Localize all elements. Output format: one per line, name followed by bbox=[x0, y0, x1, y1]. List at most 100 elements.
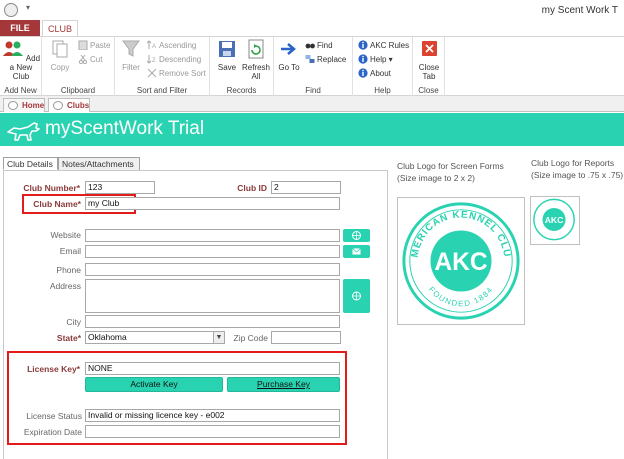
ribbon-group-clipboard: Copy Paste Cut Clipboard bbox=[42, 37, 115, 96]
state-value: Oklahoma bbox=[88, 332, 127, 342]
refresh-all-button[interactable]: Refresh All bbox=[241, 39, 271, 81]
ribbon-group-sort-filter: Filter A Ascending Z Descending Remove Sor… bbox=[115, 37, 210, 96]
svg-text:Z: Z bbox=[152, 58, 156, 64]
copy-icon bbox=[52, 40, 68, 58]
quick-access-dropdown-icon[interactable]: ▾ bbox=[26, 3, 30, 12]
website-label: Website bbox=[50, 230, 81, 240]
scissors-icon bbox=[78, 54, 88, 64]
ribbon-group-close: Close Tab Close bbox=[413, 37, 445, 96]
sort-ascending-icon: A bbox=[147, 40, 156, 50]
save-icon bbox=[219, 41, 235, 57]
binoculars-icon bbox=[305, 43, 315, 49]
purchase-key-button[interactable]: Purchase Key bbox=[227, 377, 340, 392]
paste-icon bbox=[78, 40, 88, 50]
sort-descending-icon: Z bbox=[147, 55, 156, 64]
chevron-down-icon[interactable]: ▼ bbox=[213, 332, 224, 343]
replace-label: Replace bbox=[317, 55, 347, 64]
akc-rules-label: AKC Rules bbox=[370, 41, 410, 50]
doc-tab-home[interactable]: Home bbox=[3, 98, 45, 112]
map-button[interactable] bbox=[343, 279, 370, 313]
refresh-icon bbox=[248, 39, 264, 59]
phone-field[interactable] bbox=[85, 263, 340, 276]
address-field[interactable] bbox=[85, 279, 340, 313]
help-label: Help bbox=[370, 55, 387, 64]
goto-button[interactable]: Go To bbox=[276, 39, 302, 72]
tab-file[interactable]: FILE bbox=[0, 20, 40, 36]
group-label: Records bbox=[226, 86, 257, 95]
activate-key-button[interactable]: Activate Key bbox=[85, 377, 223, 392]
expiration-date-label: Expiration Date bbox=[23, 427, 82, 437]
sort-ascending-button[interactable]: A Ascending bbox=[147, 40, 196, 52]
state-select[interactable]: Oklahoma ▼ bbox=[85, 331, 225, 344]
add-users-icon bbox=[3, 41, 23, 56]
club-number-field[interactable]: 123 bbox=[85, 181, 155, 194]
form-icon bbox=[8, 101, 18, 110]
akc-logo-icon: AMERICAN KENNEL CLUB FOUNDED 1884 AKC bbox=[394, 190, 520, 320]
doc-tab-clubs[interactable]: Clubs bbox=[48, 98, 90, 112]
close-tab-label: Close Tab bbox=[418, 63, 440, 81]
remove-sort-button[interactable]: Remove Sort bbox=[147, 68, 206, 80]
license-status-label: License Status bbox=[26, 411, 82, 421]
doc-tab-home-label: Home bbox=[22, 101, 45, 110]
filter-button[interactable]: Filter bbox=[117, 39, 145, 72]
save-button[interactable]: Save bbox=[214, 39, 240, 72]
dog-logo-icon bbox=[7, 122, 40, 141]
ribbon-group-help: AKC Rules Help ▾ About Help bbox=[353, 37, 413, 96]
address-label: Address bbox=[49, 281, 81, 291]
tab-notes-attachments[interactable]: Notes/Attachments bbox=[58, 157, 140, 170]
license-key-field[interactable]: NONE bbox=[85, 362, 340, 375]
club-name-field[interactable]: my Club bbox=[85, 197, 340, 210]
license-key-label: License Key* bbox=[27, 364, 80, 374]
info-icon bbox=[358, 68, 368, 78]
about-button[interactable]: About bbox=[358, 68, 391, 80]
club-id-field[interactable]: 2 bbox=[271, 181, 341, 194]
send-email-button[interactable] bbox=[343, 245, 370, 258]
replace-button[interactable]: Replace bbox=[305, 54, 346, 66]
close-tab-button[interactable]: Close Tab bbox=[415, 39, 443, 81]
copy-button[interactable]: Copy bbox=[46, 39, 74, 72]
globe-button[interactable] bbox=[343, 229, 370, 242]
ribbon-group-add-new: Add a New Club Add New bbox=[0, 37, 42, 96]
info-icon bbox=[358, 40, 368, 50]
reports-logo-image[interactable]: AKC bbox=[530, 196, 580, 245]
sort-descending-label: Descending bbox=[159, 55, 202, 64]
club-number-label: Club Number* bbox=[23, 183, 80, 193]
cut-button[interactable]: Cut bbox=[78, 54, 102, 66]
form-icon bbox=[53, 101, 63, 110]
akc-small-center-text: AKC bbox=[545, 215, 564, 225]
group-label: Clipboard bbox=[60, 86, 96, 95]
goto-label: Go To bbox=[278, 63, 300, 72]
replace-icon bbox=[305, 55, 315, 63]
screen-logo-image[interactable]: AMERICAN KENNEL CLUB FOUNDED 1884 AKC bbox=[394, 190, 525, 325]
find-button[interactable]: Find bbox=[305, 40, 333, 52]
ribbon-tabs: FILE CLUB bbox=[0, 20, 624, 36]
akc-rules-button[interactable]: AKC Rules bbox=[358, 40, 409, 52]
envelope-icon bbox=[352, 248, 361, 255]
tab-club-details[interactable]: Club Details bbox=[3, 157, 58, 170]
website-field[interactable] bbox=[85, 229, 340, 242]
app-icon[interactable] bbox=[4, 3, 18, 17]
club-id-label: Club ID bbox=[237, 183, 267, 193]
close-icon bbox=[422, 41, 437, 56]
help-dropdown-icon: ▾ bbox=[386, 55, 393, 64]
paste-button[interactable]: Paste bbox=[78, 40, 110, 52]
add-club-button[interactable]: Add a New Club bbox=[2, 39, 40, 81]
remove-sort-icon bbox=[147, 68, 157, 78]
help-button[interactable]: Help ▾ bbox=[358, 54, 393, 66]
refresh-all-label: Refresh All bbox=[241, 63, 270, 81]
sort-ascending-label: Ascending bbox=[159, 41, 197, 50]
tab-club[interactable]: CLUB bbox=[42, 20, 78, 36]
sort-descending-button[interactable]: Z Descending bbox=[147, 54, 201, 66]
group-label: Help bbox=[374, 86, 391, 95]
title-bar: ▾ my Scent Work T bbox=[0, 0, 624, 20]
reports-logo-caption: Club Logo for Reports (Size image to .75… bbox=[531, 158, 624, 180]
zip-code-field[interactable] bbox=[271, 331, 341, 344]
akc-center-text: AKC bbox=[434, 249, 488, 276]
city-label: City bbox=[66, 317, 81, 327]
email-field[interactable] bbox=[85, 245, 340, 258]
group-label: Close bbox=[418, 86, 439, 95]
city-field[interactable] bbox=[85, 315, 340, 328]
akc-logo-small-icon: AKC bbox=[533, 198, 575, 241]
remove-sort-label: Remove Sort bbox=[159, 69, 206, 78]
ribbon: Add a New Club Add New Copy Paste Cut Cl… bbox=[0, 36, 624, 96]
